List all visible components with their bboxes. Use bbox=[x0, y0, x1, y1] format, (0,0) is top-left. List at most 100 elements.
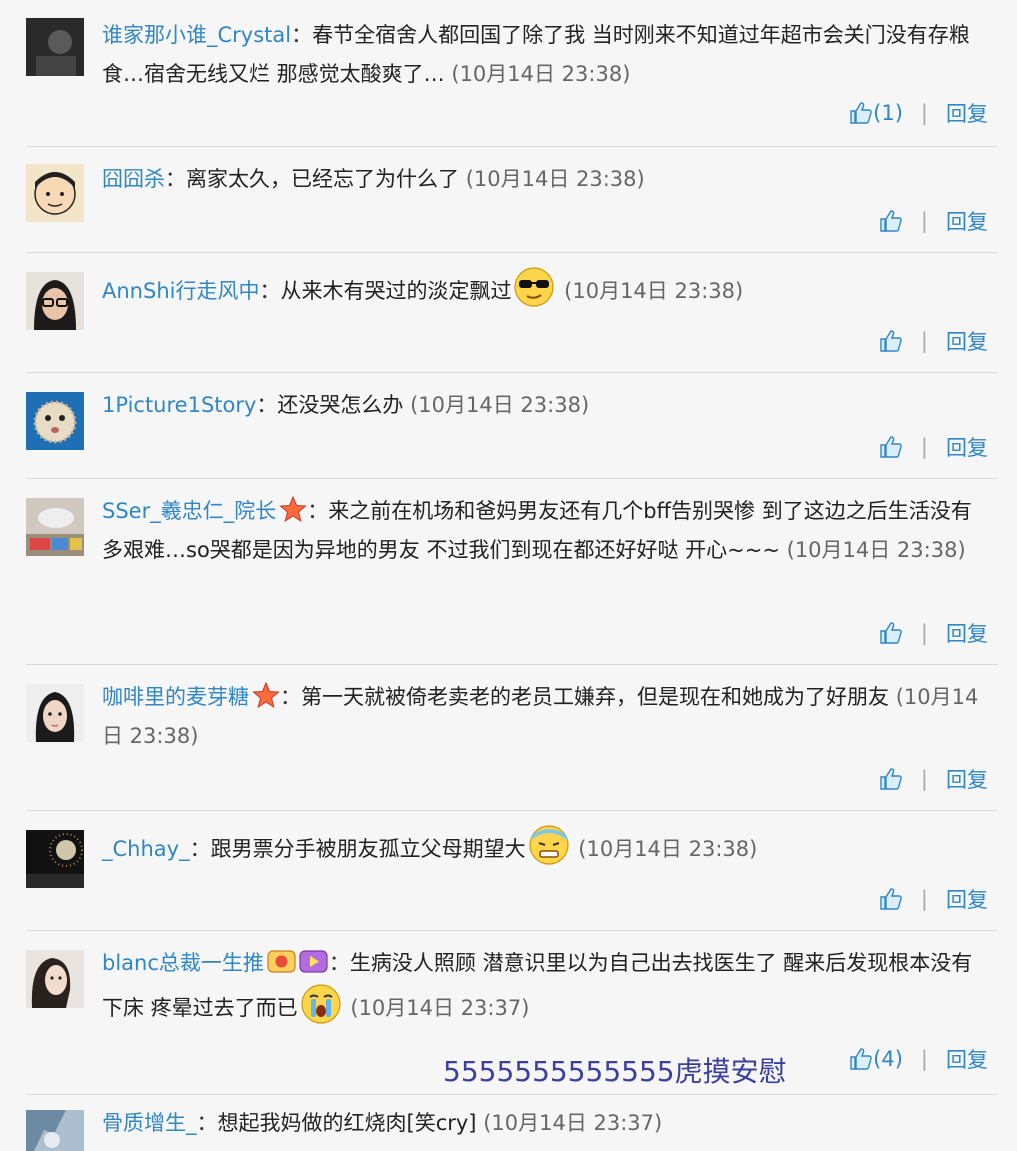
avatar[interactable] bbox=[26, 164, 84, 222]
comment-divider bbox=[26, 664, 998, 665]
comment-body: blanc总裁一生推 ：生病没人照顾 潜意识里以为自己出去找医生了 醒来后发现根本… bbox=[102, 944, 987, 1028]
action-divider: | bbox=[920, 887, 928, 911]
action-divider: | bbox=[920, 435, 928, 459]
colon-separator: ： bbox=[165, 167, 186, 191]
sweat-emoji-icon bbox=[528, 825, 569, 865]
comment-time: (10月14日 23:38) bbox=[564, 279, 744, 303]
vip-badges-icon bbox=[267, 950, 328, 973]
avatar[interactable] bbox=[26, 498, 84, 556]
colon-separator: ： bbox=[328, 951, 350, 975]
action-divider: | bbox=[920, 621, 928, 645]
overlay-caption: 5555555555555虎摸安慰 bbox=[443, 1055, 787, 1088]
comment-body: 囧囧杀：离家太久，已经忘了为什么了 (10月14日 23:38) bbox=[102, 160, 987, 199]
reply-button[interactable]: 回复 bbox=[946, 618, 988, 648]
like-button[interactable] bbox=[879, 209, 903, 233]
comment-body: SSer_羲忠仁_院长 ：来之前在机场和爸妈男友还有几个bff告别哭惨 到了这边之… bbox=[102, 492, 992, 570]
comment-username[interactable]: blanc总裁一生推 bbox=[102, 951, 264, 975]
comment-body: 咖啡里的麦芽糖 ：第一天就被倚老卖老的老员工嫌弃，但是现在和她成为了好朋友 (10… bbox=[102, 678, 987, 756]
thumbs-up-icon bbox=[880, 622, 902, 644]
thumbs-up-icon bbox=[880, 210, 902, 232]
comment-text: 想起我妈做的红烧肉[笑cry] bbox=[217, 1111, 477, 1135]
avatar[interactable] bbox=[26, 684, 84, 742]
comment-time: (10月14日 23:37) bbox=[483, 1111, 663, 1135]
comment-actions: | 回复 bbox=[879, 432, 988, 462]
comment-actions: | 回复 bbox=[879, 326, 988, 356]
thumbs-up-icon bbox=[880, 768, 902, 790]
comment-username[interactable]: 咖啡里的麦芽糖 bbox=[102, 685, 249, 709]
action-divider: | bbox=[920, 209, 928, 233]
colon-separator: ： bbox=[259, 279, 281, 303]
comment-username[interactable]: AnnShi行走风中 bbox=[102, 279, 259, 303]
comment-time: (10月14日 23:38) bbox=[410, 393, 590, 417]
comment-actions: | 回复 bbox=[879, 884, 988, 914]
like-button[interactable] bbox=[879, 767, 903, 791]
like-button[interactable]: (1) bbox=[849, 101, 903, 125]
action-divider: | bbox=[920, 329, 928, 353]
reply-button[interactable]: 回复 bbox=[946, 764, 988, 794]
comment-actions: | 回复 bbox=[879, 618, 988, 648]
colon-separator: ： bbox=[291, 23, 313, 47]
comment-text: 第一天就被倚老卖老的老员工嫌弃，但是现在和她成为了好朋友 bbox=[301, 685, 889, 709]
comment-divider bbox=[26, 252, 998, 253]
colon-separator: ： bbox=[189, 837, 211, 861]
avatar[interactable] bbox=[26, 950, 84, 1008]
star-badge-icon bbox=[279, 496, 307, 522]
cool-sunglasses-emoji-icon bbox=[514, 267, 555, 307]
comment-body: AnnShi行走风中：从来木有哭过的淡定飘过 (10月14日 23:38) bbox=[102, 266, 987, 311]
avatar[interactable] bbox=[26, 1110, 84, 1151]
comment-time: (10月14日 23:38) bbox=[786, 538, 966, 562]
comment-text: 跟男票分手被朋友孤立父母期望大 bbox=[210, 837, 526, 861]
comment-divider bbox=[26, 810, 998, 811]
thumbs-up-icon bbox=[850, 102, 872, 124]
comment-username[interactable]: 1Picture1Story bbox=[102, 393, 256, 417]
comment-actions: (4) | 回复 bbox=[849, 1044, 988, 1074]
avatar[interactable] bbox=[26, 830, 84, 888]
avatar[interactable] bbox=[26, 18, 84, 76]
like-button[interactable]: (4) bbox=[849, 1047, 903, 1071]
comment-text: 还没哭怎么办 bbox=[277, 393, 404, 417]
thumbs-up-icon bbox=[880, 436, 902, 458]
colon-separator: ： bbox=[280, 685, 301, 709]
reply-button[interactable]: 回复 bbox=[946, 432, 988, 462]
comment-divider bbox=[26, 372, 998, 373]
comment-actions: | 回复 bbox=[879, 206, 988, 236]
comment-username[interactable]: 骨质增生_ bbox=[102, 1111, 197, 1135]
comment-text: 离家太久，已经忘了为什么了 bbox=[186, 167, 459, 191]
comment-username[interactable]: 谁家那小谁_Crystal bbox=[102, 23, 291, 47]
comment-divider bbox=[26, 930, 998, 931]
thumbs-up-icon bbox=[880, 888, 902, 910]
like-count: (4) bbox=[873, 1047, 903, 1071]
like-button[interactable] bbox=[879, 887, 903, 911]
comment-username[interactable]: 囧囧杀 bbox=[102, 167, 165, 191]
reply-button[interactable]: 回复 bbox=[946, 98, 988, 128]
comment-username[interactable]: SSer_羲忠仁_院长 bbox=[102, 499, 276, 523]
reply-button[interactable]: 回复 bbox=[946, 206, 988, 236]
crying-emoji-icon bbox=[301, 984, 341, 1024]
comment-divider bbox=[26, 1094, 998, 1095]
reply-button[interactable]: 回复 bbox=[946, 326, 988, 356]
comment-time: (10月14日 23:38) bbox=[451, 62, 631, 86]
avatar[interactable] bbox=[26, 392, 84, 450]
avatar[interactable] bbox=[26, 272, 84, 330]
comment-body: 1Picture1Story：还没哭怎么办 (10月14日 23:38) bbox=[102, 386, 987, 425]
comment-time: (10月14日 23:37) bbox=[350, 996, 530, 1020]
colon-separator: ： bbox=[256, 393, 278, 417]
action-divider: | bbox=[920, 101, 928, 125]
comment-divider bbox=[26, 478, 998, 479]
comment-time: (10月14日 23:38) bbox=[465, 167, 645, 191]
comment-time: (10月14日 23:38) bbox=[578, 837, 758, 861]
like-count: (1) bbox=[873, 101, 903, 125]
reply-button[interactable]: 回复 bbox=[946, 1044, 988, 1074]
like-button[interactable] bbox=[879, 329, 903, 353]
like-button[interactable] bbox=[879, 621, 903, 645]
reply-button[interactable]: 回复 bbox=[946, 884, 988, 914]
action-divider: | bbox=[920, 767, 928, 791]
star-badge-icon bbox=[252, 682, 280, 708]
comment-body: 谁家那小谁_Crystal：春节全宿舍人都回国了除了我 当时刚来不知道过年超市会… bbox=[102, 16, 987, 94]
like-button[interactable] bbox=[879, 435, 903, 459]
comment-text: 从来木有哭过的淡定飘过 bbox=[280, 279, 512, 303]
comment-username[interactable]: _Chhay_ bbox=[102, 837, 190, 861]
comment-body: 骨质增生_：想起我妈做的红烧肉[笑cry] (10月14日 23:37) bbox=[102, 1104, 987, 1143]
comment-actions: | 回复 bbox=[879, 764, 988, 794]
comment-actions: (1) | 回复 bbox=[849, 98, 988, 128]
